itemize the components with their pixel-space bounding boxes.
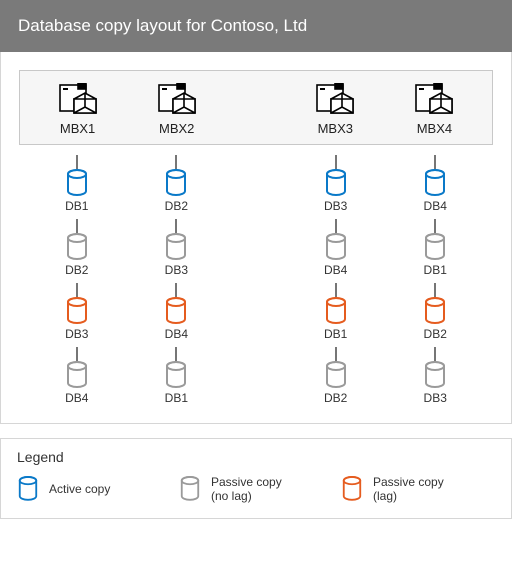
db-column: DB3 DB4 DB1 DB2: [286, 149, 386, 405]
db-copy: DB1: [423, 219, 447, 277]
connector-line: [76, 283, 78, 297]
db-label: DB4: [324, 263, 347, 277]
db-copy: DB3: [324, 155, 348, 213]
db-label: DB2: [424, 327, 447, 341]
db-label: DB2: [324, 391, 347, 405]
db-copy: DB2: [324, 347, 348, 405]
connector-line: [335, 155, 337, 169]
database-icon: [164, 361, 188, 389]
connector-line: [175, 219, 177, 233]
connector-line: [175, 347, 177, 361]
server-icon: [315, 83, 355, 117]
database-icon: [324, 233, 348, 261]
diagram-area: MBX1 MBX2 MBX3 MBX4 DB1: [0, 52, 512, 424]
server: MBX4: [385, 83, 484, 136]
db-copy: DB2: [164, 155, 188, 213]
legend-row: Active copy Passive copy(no lag) Passive…: [17, 475, 495, 504]
database-icon: [341, 476, 363, 502]
database-icon: [164, 169, 188, 197]
db-copy: DB4: [65, 347, 89, 405]
database-icon: [65, 297, 89, 325]
server-icon: [58, 83, 98, 117]
db-copy: DB4: [164, 283, 188, 341]
database-icon: [423, 361, 447, 389]
db-label: DB2: [165, 199, 188, 213]
legend-item: Passive copy(lag): [341, 475, 495, 504]
db-copy: DB3: [164, 219, 188, 277]
database-icon: [324, 361, 348, 389]
db-column: DB4 DB1 DB2 DB3: [385, 149, 485, 405]
database-icon: [423, 297, 447, 325]
database-icon: [423, 233, 447, 261]
db-copy: DB2: [423, 283, 447, 341]
db-label: DB1: [65, 199, 88, 213]
connector-line: [434, 283, 436, 297]
connector-line: [434, 219, 436, 233]
db-label: DB3: [424, 391, 447, 405]
db-label: DB2: [65, 263, 88, 277]
legend: Legend Active copy Passive copy(no lag) …: [0, 438, 512, 519]
legend-text: Passive copy(no lag): [211, 475, 282, 504]
database-icon: [65, 233, 89, 261]
connector-line: [175, 283, 177, 297]
legend-text: Active copy: [49, 482, 110, 496]
db-label: DB1: [324, 327, 347, 341]
db-label: DB1: [165, 391, 188, 405]
connector-line: [335, 219, 337, 233]
database-icon: [179, 476, 201, 502]
server-icon: [157, 83, 197, 117]
server-label: MBX1: [60, 121, 95, 136]
connector-line: [335, 347, 337, 361]
connector-line: [434, 347, 436, 361]
db-column: DB2 DB3 DB4 DB1: [127, 149, 227, 405]
legend-text: Passive copy(lag): [373, 475, 444, 504]
db-copy: DB2: [65, 219, 89, 277]
database-icon: [324, 297, 348, 325]
database-icon: [65, 169, 89, 197]
servers-row: MBX1 MBX2 MBX3 MBX4: [19, 70, 493, 145]
database-icon: [65, 361, 89, 389]
server: MBX2: [127, 83, 226, 136]
db-column: DB1 DB2 DB3 DB4: [27, 149, 127, 405]
database-icon: [324, 169, 348, 197]
database-icon: [164, 233, 188, 261]
db-grid: DB1 DB2 DB3 DB4 DB2 DB3: [19, 149, 493, 405]
database-icon: [17, 476, 39, 502]
db-label: DB4: [424, 199, 447, 213]
server-icon: [414, 83, 454, 117]
db-label: DB3: [324, 199, 347, 213]
db-copy: DB4: [324, 219, 348, 277]
db-label: DB3: [65, 327, 88, 341]
page-title: Database copy layout for Contoso, Ltd: [0, 0, 512, 52]
connector-line: [76, 219, 78, 233]
database-icon: [423, 169, 447, 197]
server-label: MBX3: [318, 121, 353, 136]
db-copy: DB1: [324, 283, 348, 341]
server: MBX1: [28, 83, 127, 136]
db-copy: DB1: [164, 347, 188, 405]
connector-line: [434, 155, 436, 169]
db-label: DB3: [165, 263, 188, 277]
db-copy: DB3: [65, 283, 89, 341]
db-label: DB1: [424, 263, 447, 277]
legend-item: Active copy: [17, 476, 171, 502]
db-label: DB4: [165, 327, 188, 341]
db-copy: DB3: [423, 347, 447, 405]
connector-line: [76, 347, 78, 361]
server-label: MBX4: [417, 121, 452, 136]
connector-line: [76, 155, 78, 169]
db-label: DB4: [65, 391, 88, 405]
legend-item: Passive copy(no lag): [179, 475, 333, 504]
database-icon: [164, 297, 188, 325]
server-label: MBX2: [159, 121, 194, 136]
db-copy: DB1: [65, 155, 89, 213]
db-copy: DB4: [423, 155, 447, 213]
connector-line: [335, 283, 337, 297]
legend-title: Legend: [17, 449, 495, 465]
connector-line: [175, 155, 177, 169]
server: MBX3: [286, 83, 385, 136]
